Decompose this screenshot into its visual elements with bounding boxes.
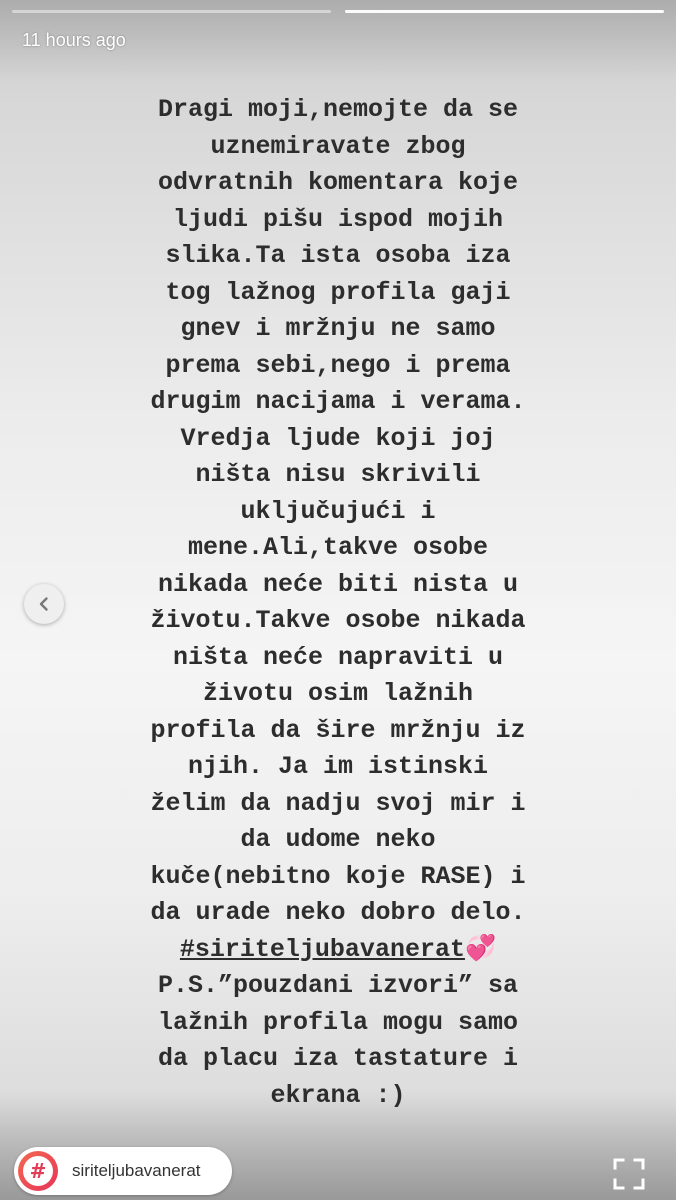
progress-segment-1 — [12, 10, 331, 13]
hashtag-sticker[interactable]: # siriteljubavanerat — [14, 1147, 232, 1195]
story-line: ništa nisu skrivili — [195, 460, 481, 489]
story-line: tog lažnog profila gaji — [165, 277, 511, 307]
story-ps-line: P.S.”pouzdani izvori” sa — [157, 971, 519, 1000]
story-line: ništa neće napraviti u — [172, 642, 504, 672]
story-line: slika.Ta ista osoba iza — [165, 241, 511, 270]
chevron-left-icon — [39, 597, 48, 611]
story-line: njih. Ja im istinski — [187, 752, 489, 781]
story-text: Dragi moji,nemojte da se uznemiravate zb… — [60, 92, 616, 1114]
story-ps-line: da placu iza tastature i — [157, 1044, 519, 1073]
story-line: profila da šire mržnju iz — [150, 715, 526, 745]
story-ps-line: ekrana :) — [270, 1080, 406, 1110]
story-line: da udome neko — [240, 825, 436, 854]
story-line: nikada neće biti nista u — [157, 569, 519, 599]
story-line: mene.Ali,takve osobe — [187, 533, 489, 562]
story-line: želim da nadju svoj mir i — [150, 788, 526, 818]
story-line: prema sebi,nego i prema — [165, 350, 511, 380]
story-line: kuče(nebitno koje RASE) i — [150, 861, 526, 891]
progress-segment-2-active — [345, 10, 664, 13]
story-ps-line: lažnih profila mogu samo — [157, 1007, 519, 1037]
story-line: uznemiravate zbog — [210, 131, 466, 161]
story-line: Dragi moji,nemojte da se — [157, 95, 519, 124]
story-line: odvratnih komentara koje — [157, 168, 519, 197]
story-hashtag[interactable]: #siriteljubavanerat — [180, 935, 465, 964]
hashtag-sticker-label: siriteljubavanerat — [72, 1161, 201, 1180]
story-line: da urade neko dobro delo. — [150, 898, 526, 927]
hearts-emoji: 💞 — [464, 934, 497, 964]
story-line: životu osim lažnih — [202, 679, 474, 708]
story-line: uključujući i — [240, 496, 436, 526]
story-progress-bar — [12, 10, 664, 13]
hashtag-symbol: # — [23, 1156, 53, 1186]
previous-story-button[interactable] — [24, 584, 64, 624]
story-line: Vredja ljude koji joj — [180, 423, 496, 453]
hashtag-icon: # — [18, 1151, 58, 1191]
story-line: drugim nacijama i verama. — [150, 387, 526, 416]
story-line: životu.Takve osobe nikada — [150, 606, 526, 635]
story-hashtag-line: #siriteljubavanerat💞 — [60, 932, 616, 969]
story-line: ljudi pišu ispod mojih — [172, 204, 504, 234]
fullscreen-icon[interactable] — [612, 1157, 646, 1191]
story-timestamp: 11 hours ago — [22, 30, 126, 50]
story-line: gnev i mržnju ne samo — [180, 314, 496, 343]
